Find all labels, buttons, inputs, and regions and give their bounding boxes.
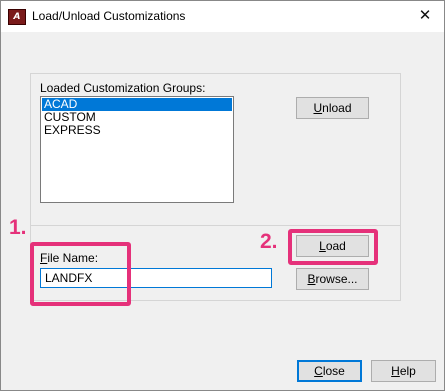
group-separator [30,225,401,226]
browse-accel: B [307,272,316,286]
unload-button[interactable]: Unload [296,97,369,119]
unload-accel: U [313,101,323,115]
step-2-number: 2. [260,230,278,253]
step-1-number: 1. [9,216,27,239]
close-label: lose [322,364,345,378]
window-title: Load/Unload Customizations [32,9,186,23]
autocad-app-icon: A [8,9,26,25]
step-2-highlight [288,229,378,265]
customization-groups-list[interactable]: ACAD CUSTOM EXPRESS [40,96,234,203]
unload-label: nload [322,101,352,115]
groups-label: Loaded Customization Groups: [40,81,206,95]
help-button[interactable]: Help [371,360,436,382]
dialog-window: A Load/Unload Customizations ✕ Loaded Cu… [0,0,445,391]
close-button[interactable]: Close [297,360,362,382]
help-accel: H [391,364,400,378]
title-bar: A Load/Unload Customizations ✕ [1,1,444,32]
browse-label: rowse... [315,272,358,286]
step-1-highlight [30,242,131,306]
close-accel: C [314,364,323,378]
close-icon[interactable]: ✕ [410,4,440,28]
list-item-express[interactable]: EXPRESS [42,124,232,137]
help-label: elp [399,364,416,378]
browse-button[interactable]: Browse... [296,268,369,290]
